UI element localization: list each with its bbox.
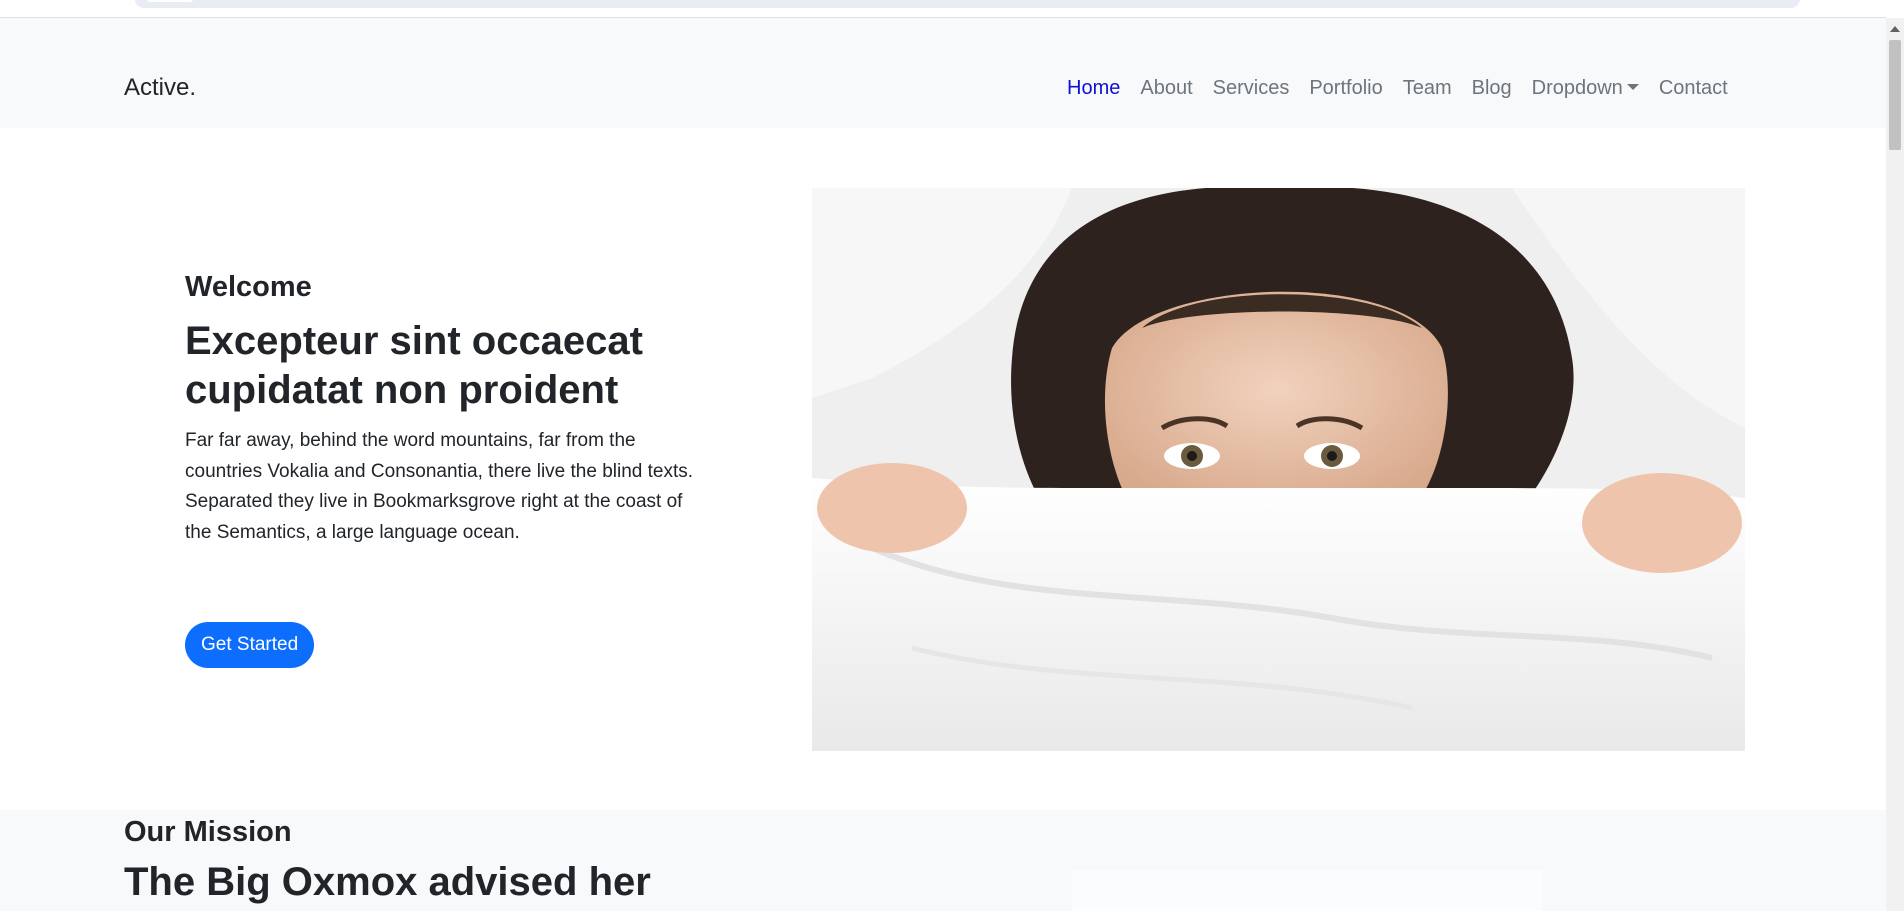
nav-menu: Home About Services Portfolio Team Blog … — [1067, 78, 1728, 98]
nav-item-about[interactable]: About — [1140, 78, 1192, 98]
scrollbar-thumb[interactable] — [1889, 40, 1901, 150]
get-started-button[interactable]: Get Started — [185, 622, 315, 668]
woman-under-blanket-image — [812, 188, 1745, 751]
brand-logo[interactable]: Active. — [124, 76, 196, 100]
caret-down-icon — [1626, 84, 1639, 90]
hero-text: Welcome Excepteur sint occaecat cupidata… — [185, 270, 705, 548]
address-bar-tab — [145, 0, 195, 2]
nav-item-home[interactable]: Home — [1067, 78, 1120, 98]
nav-item-dropdown-label: Dropdown — [1531, 77, 1623, 99]
navbar: Active. Home About Services Portfolio Te… — [0, 18, 1886, 128]
browser-top-strip — [0, 0, 1886, 18]
nav-item-contact[interactable]: Contact — [1659, 78, 1728, 98]
hero-lead: Far far away, behind the word mountains,… — [185, 430, 694, 543]
nav-item-portfolio[interactable]: Portfolio — [1309, 78, 1382, 98]
scroll-up-arrow-icon[interactable] — [1890, 26, 1900, 32]
nav-item-blog[interactable]: Blog — [1472, 78, 1512, 98]
hero-headline: Excepteur sint occaecat cupidatat non pr… — [185, 318, 643, 412]
mission-title: The Big Oxmox advised her — [124, 860, 651, 904]
nav-item-services[interactable]: Services — [1213, 78, 1290, 98]
hero-image — [812, 188, 1745, 751]
mission-image-placeholder — [1072, 870, 1542, 911]
nav-item-dropdown[interactable]: Dropdown — [1532, 78, 1639, 98]
mission-kicker: Our Mission — [124, 816, 292, 848]
nav-item-team[interactable]: Team — [1403, 78, 1452, 98]
address-bar[interactable] — [135, 0, 1800, 8]
hero-kicker: Welcome — [185, 271, 312, 303]
page-scrollbar[interactable] — [1886, 18, 1904, 911]
